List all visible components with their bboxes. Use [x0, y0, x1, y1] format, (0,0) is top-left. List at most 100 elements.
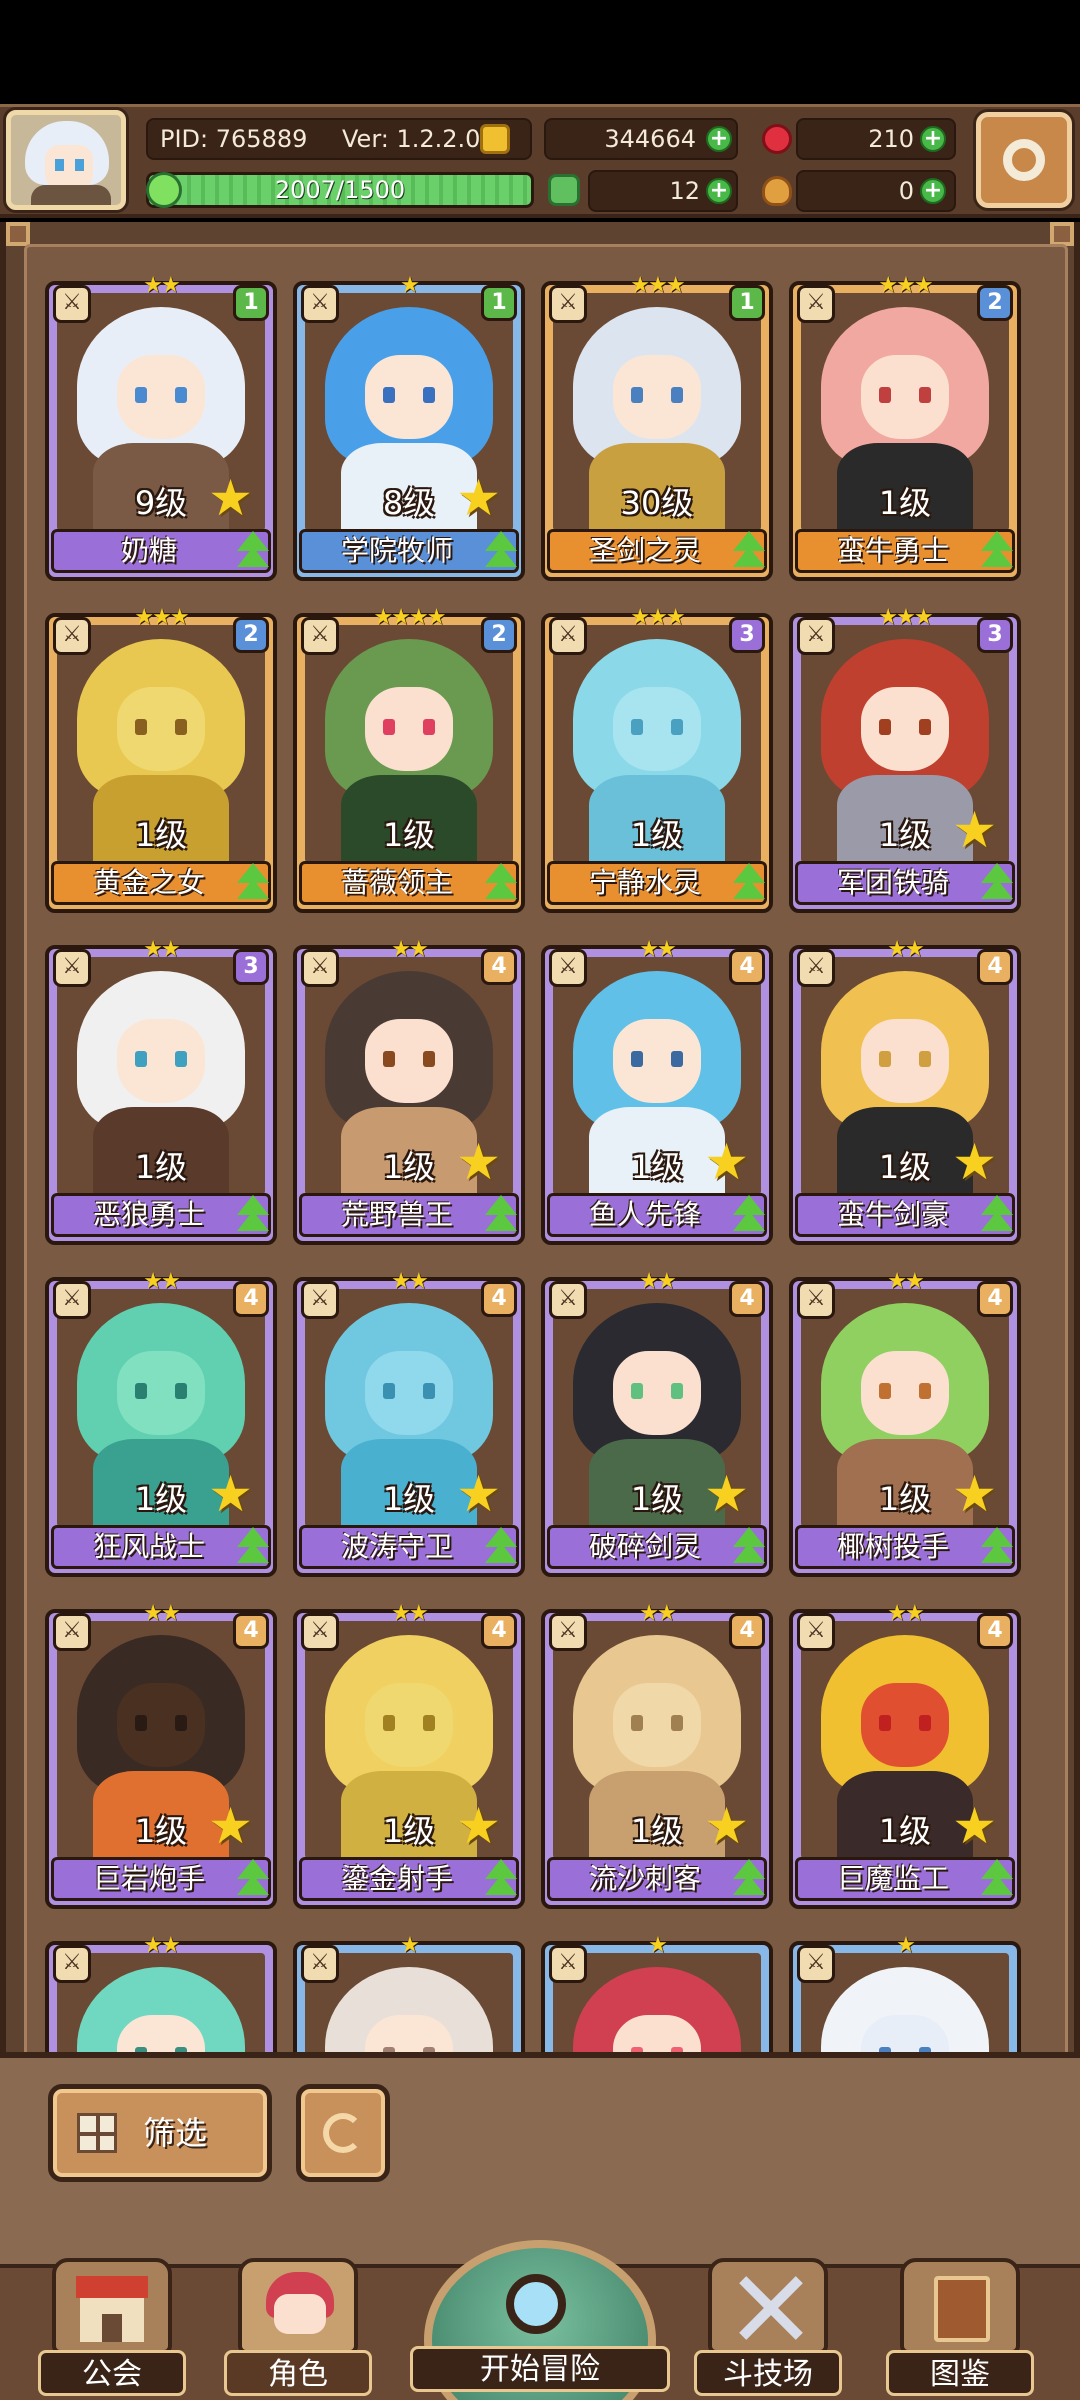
- character-card[interactable]: ★ ⚔: [541, 1933, 773, 2059]
- character-name: 巨魔监工: [836, 1862, 949, 1895]
- add-clover-button[interactable]: +: [706, 178, 732, 204]
- level-up-arrow-icon: [233, 1195, 273, 1235]
- tier-badge: 2: [481, 617, 517, 653]
- nav-guild[interactable]: 公会: [38, 2252, 186, 2400]
- character-card[interactable]: ★ ⚔: [789, 1933, 1021, 2059]
- player-id: PID: 765889: [160, 125, 308, 153]
- tier-badge: 4: [977, 949, 1013, 985]
- character-card[interactable]: ★★ ⚔ 4 1级 ★ 鱼人先锋: [541, 937, 773, 1245]
- character-card[interactable]: ★★ ⚔ 4 1级 ★ 巨岩炮手: [45, 1601, 277, 1909]
- nav-codex[interactable]: 图鉴: [886, 2252, 1034, 2400]
- class-icon: ⚔: [301, 1281, 339, 1319]
- character-name: 荒野兽王: [340, 1198, 453, 1231]
- character-panel: ★★ ⚔ 1 9级 ★ 奶糖 ★ ⚔ 1 8级 ★ 学院牧师 ★★★ ⚔ 1 3…: [0, 222, 1080, 2062]
- filter-label: 筛选: [143, 2114, 208, 2152]
- star-up-icon: ★: [952, 1133, 997, 1191]
- character-card[interactable]: ★★★ ⚔ 1 30级 圣剑之灵: [541, 273, 773, 581]
- level-up-arrow-icon: [729, 863, 769, 903]
- character-level: 1级: [382, 816, 436, 854]
- character-card-grid[interactable]: ★★ ⚔ 1 9级 ★ 奶糖 ★ ⚔ 1 8级 ★ 学院牧师 ★★★ ⚔ 1 3…: [24, 244, 1068, 2062]
- character-card[interactable]: ★★★★ ⚔ 2 1级 蔷薇领主: [293, 605, 525, 913]
- avatar-face: [45, 145, 93, 189]
- level-up-arrow-icon: [977, 1859, 1017, 1899]
- character-card[interactable]: ★★ ⚔ 4 1级 ★ 鎏金射手: [293, 1601, 525, 1909]
- character-name: 奶糖: [120, 534, 177, 567]
- settings-button[interactable]: [976, 112, 1072, 208]
- filter-button[interactable]: 筛选: [48, 2084, 272, 2182]
- class-icon: ⚔: [549, 1281, 587, 1319]
- class-icon: ⚔: [797, 285, 835, 323]
- class-icon: ⚔: [53, 1281, 91, 1319]
- add-gem-button[interactable]: +: [920, 126, 946, 152]
- tier-badge: 4: [481, 949, 517, 985]
- character-card[interactable]: ★ ⚔: [293, 1933, 525, 2059]
- star-up-icon: ★: [704, 1797, 749, 1855]
- class-icon: ⚔: [53, 949, 91, 987]
- character-card[interactable]: ★★ ⚔ 4 1级 ★ 荒野兽王: [293, 937, 525, 1245]
- nav-arena-label: 斗技场: [694, 2350, 842, 2396]
- level-up-arrow-icon: [977, 863, 1017, 903]
- tier-badge: 4: [481, 1613, 517, 1649]
- nav-character-label: 角色: [224, 2350, 372, 2396]
- class-icon: ⚔: [53, 1613, 91, 1651]
- character-card[interactable]: ★★★ ⚔ 2 1级 蛮牛勇士: [789, 273, 1021, 581]
- nav-character[interactable]: 角色: [224, 2252, 372, 2400]
- class-icon: ⚔: [797, 1945, 835, 1983]
- add-potion-button[interactable]: +: [920, 178, 946, 204]
- character-card[interactable]: ★★ ⚔ 1 9级 ★ 奶糖: [45, 273, 277, 581]
- potion-icon: [762, 176, 792, 206]
- class-icon: ⚔: [301, 949, 339, 987]
- character-card[interactable]: ★★ ⚔ 3 1级 恶狼勇士: [45, 937, 277, 1245]
- character-card[interactable]: ★★ ⚔ 4 1级 ★ 椰树投手: [789, 1269, 1021, 1577]
- level-up-arrow-icon: [977, 531, 1017, 571]
- clover-icon: [548, 174, 580, 206]
- star-up-icon: ★: [456, 1797, 501, 1855]
- avatar-eye-right: [75, 159, 84, 171]
- tier-badge: 4: [481, 1281, 517, 1317]
- star-up-icon: ★: [952, 1465, 997, 1523]
- nav-arena[interactable]: 斗技场: [694, 2252, 842, 2400]
- character-card[interactable]: ★ ⚔ 1 8级 ★ 学院牧师: [293, 273, 525, 581]
- character-card[interactable]: ★★★ ⚔ 2 1级 黄金之女: [45, 605, 277, 913]
- character-card[interactable]: ★★ ⚔: [45, 1933, 277, 2059]
- character-name: 学院牧师: [340, 534, 453, 567]
- nav-adventure[interactable]: 开始冒险: [410, 2240, 670, 2400]
- level-up-arrow-icon: [977, 1527, 1017, 1567]
- tier-badge: 1: [481, 285, 517, 321]
- character-card[interactable]: ★★ ⚔ 4 1级 ★ 流沙刺客: [541, 1601, 773, 1909]
- character-card[interactable]: ★★ ⚔ 4 1级 ★ 狂风战士: [45, 1269, 277, 1577]
- level-up-arrow-icon: [729, 1859, 769, 1899]
- character-name: 宁静水灵: [588, 866, 701, 899]
- guild-house-icon: [52, 2258, 172, 2354]
- star-up-icon: ★: [704, 1465, 749, 1523]
- character-card[interactable]: ★★ ⚔ 4 1级 ★ 巨魔监工: [789, 1601, 1021, 1909]
- experience-text: 2007/1500: [274, 176, 406, 204]
- reset-button[interactable]: [296, 2084, 390, 2182]
- character-name: 狂风战士: [92, 1530, 205, 1563]
- character-name: 流沙刺客: [588, 1862, 701, 1895]
- character-level: 1级: [630, 816, 684, 854]
- character-card[interactable]: ★★ ⚔ 4 1级 ★ 蛮牛剑豪: [789, 937, 1021, 1245]
- character-name: 黄金之女: [92, 866, 205, 899]
- tier-badge: 4: [729, 949, 765, 985]
- character-level: 1级: [134, 816, 188, 854]
- star-up-icon: ★: [952, 1797, 997, 1855]
- character-name: 巨岩炮手: [92, 1862, 205, 1895]
- character-card[interactable]: ★★ ⚔ 4 1级 ★ 波涛守卫: [293, 1269, 525, 1577]
- player-avatar[interactable]: [6, 110, 126, 210]
- add-gold-button[interactable]: +: [706, 126, 732, 152]
- character-card[interactable]: ★★★ ⚔ 3 1级 ★ 军团铁骑: [789, 605, 1021, 913]
- level-up-arrow-icon: [481, 1859, 521, 1899]
- tier-badge: 3: [729, 617, 765, 653]
- star-up-icon: ★: [208, 469, 253, 527]
- gem-amount: 210: [868, 125, 914, 153]
- character-name: 蛮牛勇士: [836, 534, 949, 567]
- class-icon: ⚔: [549, 1945, 587, 1983]
- level-up-arrow-icon: [729, 1195, 769, 1235]
- character-card[interactable]: ★★★ ⚔ 3 1级 宁静水灵: [541, 605, 773, 913]
- character-card[interactable]: ★★ ⚔ 4 1级 ★ 破碎剑灵: [541, 1269, 773, 1577]
- game-version: Ver: 1.2.2.0: [342, 125, 481, 153]
- panel-corner-ornament: [1050, 222, 1074, 246]
- character-name: 蔷薇领主: [340, 866, 453, 899]
- tier-badge: 4: [729, 1613, 765, 1649]
